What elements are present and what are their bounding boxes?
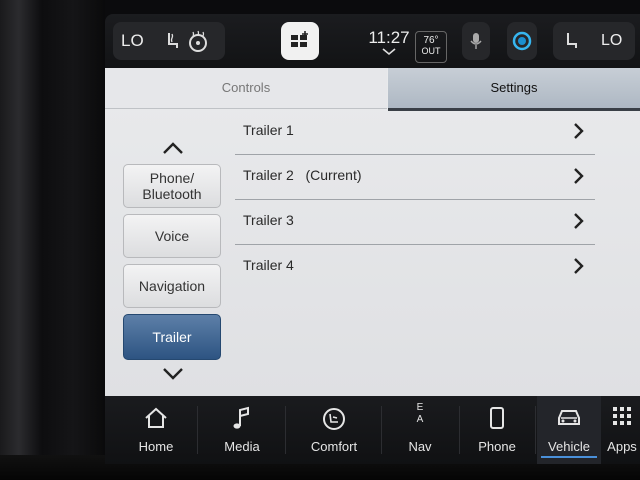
nav-apps[interactable]: Apps xyxy=(601,396,640,464)
bezel-left xyxy=(0,0,105,480)
tab-controls[interactable]: Controls xyxy=(105,68,387,109)
voice-command-button[interactable] xyxy=(462,22,490,60)
sidebar-item-navigation[interactable]: Navigation xyxy=(123,264,221,308)
outside-temp-value: 76° xyxy=(423,35,439,46)
sidebar-item-phone-bluetooth[interactable]: Phone/ Bluetooth xyxy=(123,164,221,208)
vehicle-settings-panel: Controls Settings Phone/ Bluetooth Voice… xyxy=(105,68,640,396)
nav-apps-label: Apps xyxy=(607,439,637,454)
home-icon xyxy=(145,407,167,428)
chevron-down-icon xyxy=(382,48,396,56)
nav-vehicle-label: Vehicle xyxy=(548,439,590,454)
list-item-label: Trailer 4 xyxy=(243,257,294,273)
status-bar: LO 11:27 76° OUT LO xyxy=(105,14,640,68)
bottom-nav-bar: Home Media Comfort E A Nav Phone Vehicle… xyxy=(105,396,640,464)
infotainment-screen: LO 11:27 76° OUT LO Controls Settings Ph… xyxy=(105,14,640,464)
apps-grid-icon xyxy=(613,407,631,425)
right-climate-group[interactable]: LO xyxy=(553,22,635,60)
microphone-icon xyxy=(462,32,490,50)
list-item-trailer-3[interactable]: Trailer 3 xyxy=(235,200,595,245)
scroll-down-chevron-icon[interactable] xyxy=(160,366,186,382)
nav-divider xyxy=(197,406,198,454)
chevron-right-icon xyxy=(574,213,584,229)
chevron-right-icon xyxy=(574,123,584,139)
vehicle-icon xyxy=(558,410,580,425)
list-item-label: Trailer 3 xyxy=(243,212,294,228)
time-text: 11:27 xyxy=(368,28,410,47)
nav-divider xyxy=(285,406,286,454)
list-item-trailer-2[interactable]: Trailer 2 (Current) xyxy=(235,155,595,200)
steering-heat-icon[interactable] xyxy=(186,29,210,53)
outside-temp-label: OUT xyxy=(421,46,441,56)
scroll-up-chevron-icon[interactable] xyxy=(160,140,186,156)
list-item-label: Trailer 2 (Current) xyxy=(243,167,362,183)
nav-comfort-label: Comfort xyxy=(310,439,358,454)
comfort-icon xyxy=(323,408,345,430)
compass-letter-a: A xyxy=(416,414,424,425)
compass-letter-e: E xyxy=(416,402,424,413)
list-item-trailer-1[interactable]: Trailer 1 xyxy=(235,110,595,155)
nav-nav[interactable]: E A Nav xyxy=(385,396,455,464)
clock[interactable]: 11:27 xyxy=(367,28,411,56)
nav-home[interactable]: Home xyxy=(125,396,187,464)
sidebar-item-trailer[interactable]: Trailer xyxy=(123,314,221,360)
nav-divider xyxy=(381,406,382,454)
music-note-icon xyxy=(233,406,249,429)
list-item-trailer-4[interactable]: Trailer 4 xyxy=(235,245,595,289)
nav-nav-label: Nav xyxy=(408,439,432,454)
nav-divider xyxy=(535,406,536,454)
nav-media[interactable]: Media xyxy=(207,396,277,464)
right-temp[interactable]: LO xyxy=(601,32,622,50)
phone-icon xyxy=(490,407,504,429)
tab-bar: Controls Settings xyxy=(105,68,640,111)
nav-vehicle[interactable]: Vehicle xyxy=(537,396,601,464)
nav-media-label: Media xyxy=(224,439,260,454)
chevron-right-icon xyxy=(574,258,584,274)
nav-phone[interactable]: Phone xyxy=(463,396,531,464)
nav-home-label: Home xyxy=(138,439,174,454)
alexa-icon xyxy=(507,31,537,51)
compass-icon: E A xyxy=(385,402,455,426)
nav-comfort[interactable]: Comfort xyxy=(293,396,375,464)
outside-temp: 76° OUT xyxy=(415,31,447,63)
left-climate-group[interactable]: LO xyxy=(113,22,225,60)
passenger-seat-icon[interactable] xyxy=(561,30,583,52)
list-item-label: Trailer 1 xyxy=(243,122,294,138)
heated-seat-icon[interactable] xyxy=(162,30,184,52)
controls-shortcut-button[interactable] xyxy=(281,22,319,60)
nav-divider xyxy=(459,406,460,454)
nav-phone-label: Phone xyxy=(478,439,516,454)
controls-grid-icon xyxy=(281,30,319,52)
sidebar-item-voice[interactable]: Voice xyxy=(123,214,221,258)
chevron-right-icon xyxy=(574,168,584,184)
tab-settings[interactable]: Settings xyxy=(388,68,640,111)
alexa-button[interactable] xyxy=(507,22,537,60)
left-temp[interactable]: LO xyxy=(121,31,144,51)
